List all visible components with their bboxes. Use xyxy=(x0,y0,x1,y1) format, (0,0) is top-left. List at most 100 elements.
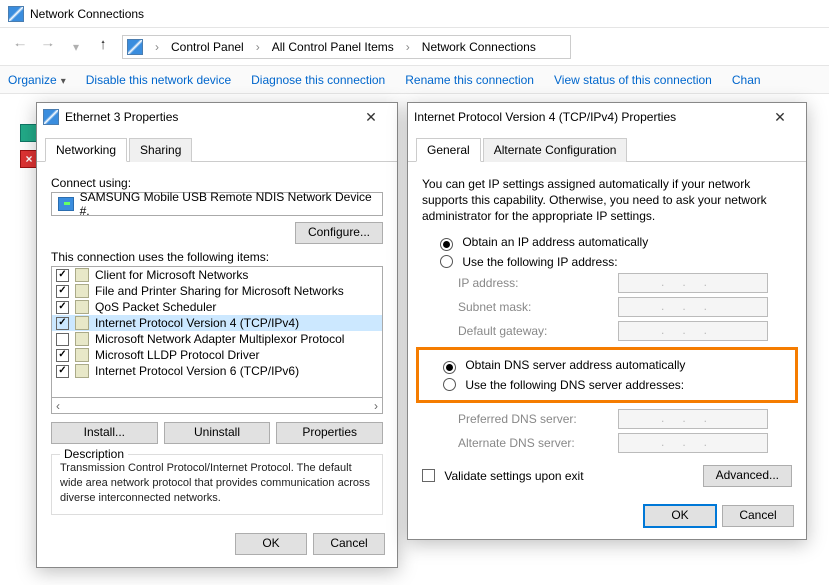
item-label: Internet Protocol Version 6 (TCP/IPv6) xyxy=(95,364,299,378)
checkbox-icon[interactable] xyxy=(56,285,69,298)
checkbox-icon[interactable] xyxy=(56,333,69,346)
properties-button[interactable]: Properties xyxy=(276,422,383,444)
adapter-field[interactable]: SAMSUNG Mobile USB Remote NDIS Network D… xyxy=(51,192,383,216)
scroll-right-icon[interactable]: › xyxy=(374,399,378,413)
tab-alternate[interactable]: Alternate Configuration xyxy=(483,138,628,162)
cancel-button[interactable]: Cancel xyxy=(722,505,794,527)
explorer-toolbar: 🠐 🠒 ▾ 🠑 › Control Panel › All Control Pa… xyxy=(0,28,829,66)
window-title: Network Connections xyxy=(30,7,144,21)
list-item[interactable]: QoS Packet Scheduler xyxy=(52,299,382,315)
checkbox-icon xyxy=(422,469,435,482)
checkbox-icon[interactable] xyxy=(56,349,69,362)
crumb-network-connections[interactable]: Network Connections xyxy=(418,38,540,56)
tab-general[interactable]: General xyxy=(416,138,481,162)
rename-connection[interactable]: Rename this connection xyxy=(405,73,534,87)
explorer-titlebar: Network Connections xyxy=(0,0,829,28)
breadcrumb[interactable]: › Control Panel › All Control Panel Item… xyxy=(122,35,571,59)
chevron-right-icon[interactable]: › xyxy=(256,40,260,54)
subnet-input: ... xyxy=(618,297,768,317)
crumb-control-panel[interactable]: Control Panel xyxy=(167,38,248,56)
pref-dns-label: Preferred DNS server: xyxy=(458,412,618,426)
radio-auto-dns[interactable]: Obtain DNS server address automatically xyxy=(443,358,789,374)
tab-sharing[interactable]: Sharing xyxy=(129,138,192,162)
ok-button[interactable]: OK xyxy=(644,505,716,527)
ok-button[interactable]: OK xyxy=(235,533,307,555)
list-item[interactable]: Microsoft LLDP Protocol Driver xyxy=(52,347,382,363)
item-label: File and Printer Sharing for Microsoft N… xyxy=(95,284,344,298)
item-label: QoS Packet Scheduler xyxy=(95,300,216,314)
back-button[interactable]: 🠐 xyxy=(8,35,32,59)
list-item[interactable]: Microsoft Network Adapter Multiplexor Pr… xyxy=(52,331,382,347)
tab-networking[interactable]: Networking xyxy=(45,138,127,162)
configure-button[interactable]: Configure... xyxy=(295,222,383,244)
item-label: Client for Microsoft Networks xyxy=(95,268,248,282)
checkbox-icon[interactable] xyxy=(56,269,69,282)
protocol-icon xyxy=(75,332,89,346)
adapter-icon xyxy=(43,109,59,125)
list-item[interactable]: Internet Protocol Version 6 (TCP/IPv6) xyxy=(52,363,382,379)
dialog-titlebar[interactable]: Ethernet 3 Properties ✕ xyxy=(37,103,397,131)
change-settings[interactable]: Chan xyxy=(732,73,761,87)
protocol-icon xyxy=(75,316,89,330)
dns-options-highlight: Obtain DNS server address automatically … xyxy=(416,347,798,403)
list-item[interactable]: File and Printer Sharing for Microsoft N… xyxy=(52,283,382,299)
item-label: Microsoft LLDP Protocol Driver xyxy=(95,348,260,362)
items-label: This connection uses the following items… xyxy=(51,250,383,264)
radio-icon xyxy=(443,361,456,374)
chevron-right-icon[interactable]: › xyxy=(406,40,410,54)
tab-body: Connect using: SAMSUNG Mobile USB Remote… xyxy=(37,162,397,525)
pref-dns-input: ... xyxy=(618,409,768,429)
breadcrumb-icon xyxy=(127,39,143,55)
forward-button[interactable]: 🠒 xyxy=(36,35,60,59)
dialog-titlebar[interactable]: Internet Protocol Version 4 (TCP/IPv4) P… xyxy=(408,103,806,131)
info-text: You can get IP settings assigned automat… xyxy=(422,176,792,225)
protocol-icon xyxy=(75,300,89,314)
view-status[interactable]: View status of this connection xyxy=(554,73,712,87)
ip-address-input: ... xyxy=(618,273,768,293)
tabstrip: Networking Sharing xyxy=(37,131,397,162)
radio-manual-dns[interactable]: Use the following DNS server addresses: xyxy=(443,378,789,392)
list-item[interactable]: Client for Microsoft Networks xyxy=(52,267,382,283)
nic-icon xyxy=(58,197,74,211)
checkbox-icon[interactable] xyxy=(56,301,69,314)
organize-menu[interactable]: Organize xyxy=(8,73,66,87)
description-title: Description xyxy=(60,447,128,461)
crumb-all-items[interactable]: All Control Panel Items xyxy=(268,38,398,56)
protocol-icon xyxy=(75,364,89,378)
radio-icon xyxy=(443,378,456,391)
protocol-icon xyxy=(75,348,89,362)
install-button[interactable]: Install... xyxy=(51,422,158,444)
protocol-icon xyxy=(75,268,89,282)
connect-using-label: Connect using: xyxy=(51,176,383,190)
chevron-right-icon[interactable]: › xyxy=(155,40,159,54)
item-label: Internet Protocol Version 4 (TCP/IPv4) xyxy=(95,316,299,330)
checkbox-icon[interactable] xyxy=(56,317,69,330)
alt-dns-label: Alternate DNS server: xyxy=(458,436,618,450)
disable-network-device[interactable]: Disable this network device xyxy=(86,73,231,87)
command-bar: Organize Disable this network device Dia… xyxy=(0,66,829,94)
ethernet-properties-dialog: Ethernet 3 Properties ✕ Networking Shari… xyxy=(36,102,398,568)
validate-checkbox[interactable]: Validate settings upon exit xyxy=(422,469,584,483)
recent-locations-button[interactable]: ▾ xyxy=(64,35,88,59)
scroll-left-icon[interactable]: ‹ xyxy=(56,399,60,413)
connection-items-list[interactable]: Client for Microsoft Networks File and Pr… xyxy=(51,266,383,398)
tab-body: You can get IP settings assigned automat… xyxy=(408,162,806,497)
radio-icon xyxy=(440,238,453,251)
dialog-title: Ethernet 3 Properties xyxy=(65,110,351,124)
description-text: Transmission Control Protocol/Internet P… xyxy=(60,461,374,506)
cancel-button[interactable]: Cancel xyxy=(313,533,385,555)
list-item[interactable]: Internet Protocol Version 4 (TCP/IPv4) xyxy=(52,315,382,331)
advanced-button[interactable]: Advanced... xyxy=(703,465,792,487)
gateway-label: Default gateway: xyxy=(458,324,618,338)
diagnose-connection[interactable]: Diagnose this connection xyxy=(251,73,385,87)
up-button[interactable]: 🠑 xyxy=(92,36,114,58)
checkbox-icon[interactable] xyxy=(56,365,69,378)
close-button[interactable]: ✕ xyxy=(760,106,800,128)
adapter-name: SAMSUNG Mobile USB Remote NDIS Network D… xyxy=(80,190,376,218)
radio-manual-ip[interactable]: Use the following IP address: xyxy=(440,255,792,269)
radio-auto-ip[interactable]: Obtain an IP address automatically xyxy=(440,235,792,251)
uninstall-button[interactable]: Uninstall xyxy=(164,422,271,444)
tabstrip: General Alternate Configuration xyxy=(408,131,806,162)
dialog-title: Internet Protocol Version 4 (TCP/IPv4) P… xyxy=(414,110,760,124)
close-button[interactable]: ✕ xyxy=(351,106,391,128)
